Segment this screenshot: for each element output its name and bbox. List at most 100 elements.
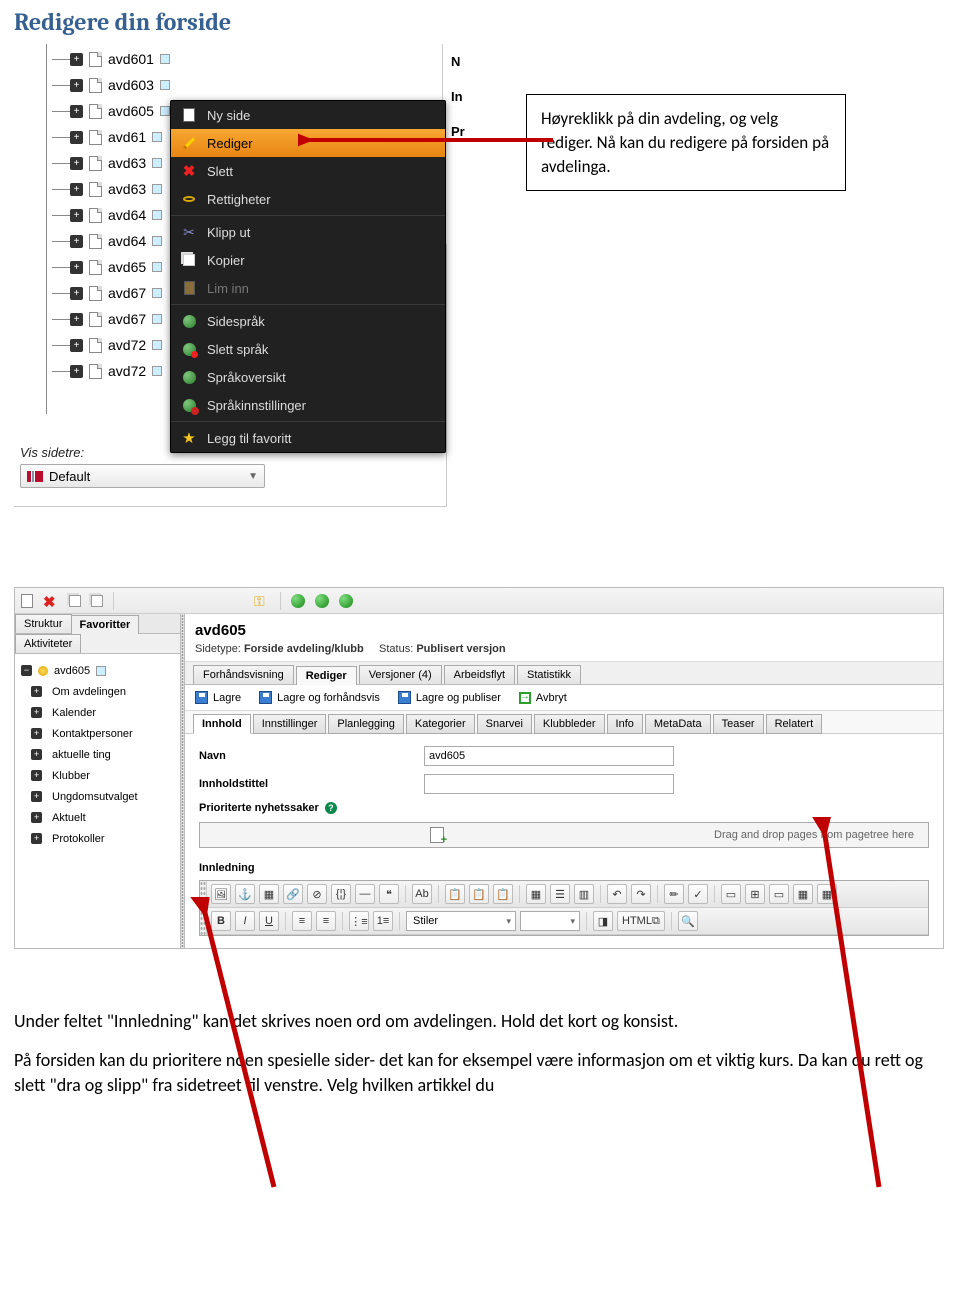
sidebar-item[interactable]: +Kontaktpersoner xyxy=(19,723,176,744)
styles-dropdown[interactable]: Stiler xyxy=(406,911,516,931)
tree-item[interactable]: +avd601 xyxy=(20,46,446,72)
content-tab-planlegging[interactable]: Planlegging xyxy=(328,714,404,734)
underline-icon[interactable]: U xyxy=(259,911,279,931)
save-preview-button[interactable]: Lagre og forhåndsvis xyxy=(259,691,380,704)
panel-icon[interactable]: ▭ xyxy=(769,884,789,904)
tab-struktur[interactable]: Struktur xyxy=(15,614,72,633)
view-tab-forh-ndsvisning[interactable]: Forhåndsvisning xyxy=(193,665,294,684)
expand-icon[interactable]: + xyxy=(31,791,42,802)
search-icon[interactable]: 🔍 xyxy=(678,911,698,931)
format-dropdown[interactable] xyxy=(520,911,580,931)
ul-icon[interactable]: ⋮≡ xyxy=(349,911,369,931)
content-tab-metadata[interactable]: MetaData xyxy=(645,714,711,734)
content-tab-kategorier[interactable]: Kategorier xyxy=(406,714,475,734)
content-tab-teaser[interactable]: Teaser xyxy=(713,714,764,734)
content-tab-snarvei[interactable]: Snarvei xyxy=(477,714,532,734)
col-icon[interactable]: ▥ xyxy=(574,884,594,904)
tree-root[interactable]: − avd605 xyxy=(19,660,176,681)
grid-icon[interactable]: ▦ xyxy=(793,884,813,904)
quote-icon[interactable]: ❝ xyxy=(379,884,399,904)
menu-item-slett-språk[interactable]: Slett språk xyxy=(171,335,445,363)
menu-item-språkoversikt[interactable]: Språkoversikt xyxy=(171,363,445,391)
help-icon[interactable]: ? xyxy=(325,802,337,814)
insert-icon[interactable]: ⊞ xyxy=(745,884,765,904)
sidetre-select[interactable]: Default ▼ xyxy=(20,464,265,488)
expand-icon[interactable]: + xyxy=(70,313,83,326)
expand-icon[interactable]: + xyxy=(70,261,83,274)
tree-item[interactable]: +avd603 xyxy=(20,72,446,98)
code-icon[interactable]: {¦} xyxy=(331,884,351,904)
delete-icon[interactable]: ✖ xyxy=(43,593,59,609)
align-left-icon[interactable]: ≡ xyxy=(292,911,312,931)
sidebar-item[interactable]: +Aktuelt xyxy=(19,807,176,828)
paste-plain-icon[interactable]: 📋 xyxy=(493,884,513,904)
clean-icon[interactable]: ✏ xyxy=(664,884,684,904)
innholdstittel-input[interactable] xyxy=(424,774,674,794)
menu-item-legg-til-favoritt[interactable]: ★Legg til favoritt xyxy=(171,424,445,452)
paste-text-icon[interactable]: 📋 xyxy=(445,884,465,904)
expand-icon[interactable]: + xyxy=(31,707,42,718)
sidebar-item[interactable]: +Om avdelingen xyxy=(19,681,176,702)
expand-icon[interactable]: + xyxy=(70,339,83,352)
menu-item-klipp-ut[interactable]: ✂Klipp ut xyxy=(171,218,445,246)
collapse-icon[interactable]: − xyxy=(21,665,32,676)
tab-favoritter[interactable]: Favoritter xyxy=(71,615,140,634)
expand-icon[interactable]: + xyxy=(70,105,83,118)
view-tab-versjoner-[interactable]: Versjoner (4) xyxy=(359,665,442,684)
content-tab-klubbleder[interactable]: Klubbleder xyxy=(534,714,605,734)
menu-item-ny-side[interactable]: Ny side xyxy=(171,101,445,129)
expand-icon[interactable]: + xyxy=(70,131,83,144)
menu-item-rettigheter[interactable]: Rettigheter xyxy=(171,185,445,213)
unlink-icon[interactable]: ⊘ xyxy=(307,884,327,904)
menu-item-språkinnstillinger[interactable]: Språkinnstillinger xyxy=(171,391,445,419)
link-icon[interactable]: 🔗 xyxy=(283,884,303,904)
table-icon[interactable]: ▦ xyxy=(526,884,546,904)
sidebar-item[interactable]: +Ungdomsutvalget xyxy=(19,786,176,807)
undo-icon[interactable]: ↶ xyxy=(607,884,627,904)
row-icon[interactable]: ☰ xyxy=(550,884,570,904)
expand-icon[interactable]: + xyxy=(70,157,83,170)
expand-icon[interactable]: + xyxy=(70,287,83,300)
align-right-icon[interactable]: ≡ xyxy=(316,911,336,931)
menu-item-slett[interactable]: ✖Slett xyxy=(171,157,445,185)
expand-icon[interactable]: + xyxy=(70,235,83,248)
sidebar-item[interactable]: +aktuelle ting xyxy=(19,744,176,765)
bold-icon[interactable]: B xyxy=(211,911,231,931)
anchor-icon[interactable]: ⚓ xyxy=(235,884,255,904)
view-tab-arbeidsflyt[interactable]: Arbeidsflyt xyxy=(444,665,515,684)
sidebar-item[interactable]: +Kalender xyxy=(19,702,176,723)
italic-icon[interactable]: I xyxy=(235,911,255,931)
key-icon[interactable]: ⚿ xyxy=(254,593,270,609)
expand-icon[interactable]: + xyxy=(31,833,42,844)
expand-icon[interactable]: + xyxy=(70,365,83,378)
grip-handle[interactable] xyxy=(200,881,207,935)
view-tab-rediger[interactable]: Rediger xyxy=(296,666,357,685)
redo-icon[interactable]: ↷ xyxy=(631,884,651,904)
menu-item-rediger[interactable]: Rediger xyxy=(171,129,445,157)
drop-zone[interactable]: Drag and drop pages from pagetree here xyxy=(199,822,929,848)
expand-icon[interactable]: + xyxy=(70,53,83,66)
content-tab-relatert[interactable]: Relatert xyxy=(766,714,823,734)
globe-icon-3[interactable] xyxy=(339,594,353,608)
paste-word-icon[interactable]: 📋 xyxy=(469,884,489,904)
html-button[interactable]: HTML ⧉ xyxy=(617,911,665,931)
eraser-icon[interactable]: ◨ xyxy=(593,911,613,931)
copy-icon[interactable] xyxy=(69,595,81,607)
menu-item-kopier[interactable]: Kopier xyxy=(171,246,445,274)
ol-icon[interactable]: 1≡ xyxy=(373,911,393,931)
media-icon[interactable]: ▦ xyxy=(259,884,279,904)
hr-icon[interactable]: — xyxy=(355,884,375,904)
expand-icon[interactable]: + xyxy=(31,749,42,760)
view-tab-statistikk[interactable]: Statistikk xyxy=(517,665,581,684)
globe-icon[interactable] xyxy=(291,594,305,608)
container-icon[interactable]: ▭ xyxy=(721,884,741,904)
abort-button[interactable]: Avbryt xyxy=(519,692,567,704)
sidebar-item[interactable]: +Klubber xyxy=(19,765,176,786)
navn-input[interactable] xyxy=(424,746,674,766)
paste-icon[interactable] xyxy=(91,595,103,607)
content-tab-innhold[interactable]: Innhold xyxy=(193,714,251,734)
new-page-icon[interactable] xyxy=(21,594,33,608)
layout-icon[interactable]: ▦ xyxy=(817,884,837,904)
tab-aktiviteter[interactable]: Aktiviteter xyxy=(15,634,81,653)
content-tab-innstillinger[interactable]: Innstillinger xyxy=(253,714,327,734)
